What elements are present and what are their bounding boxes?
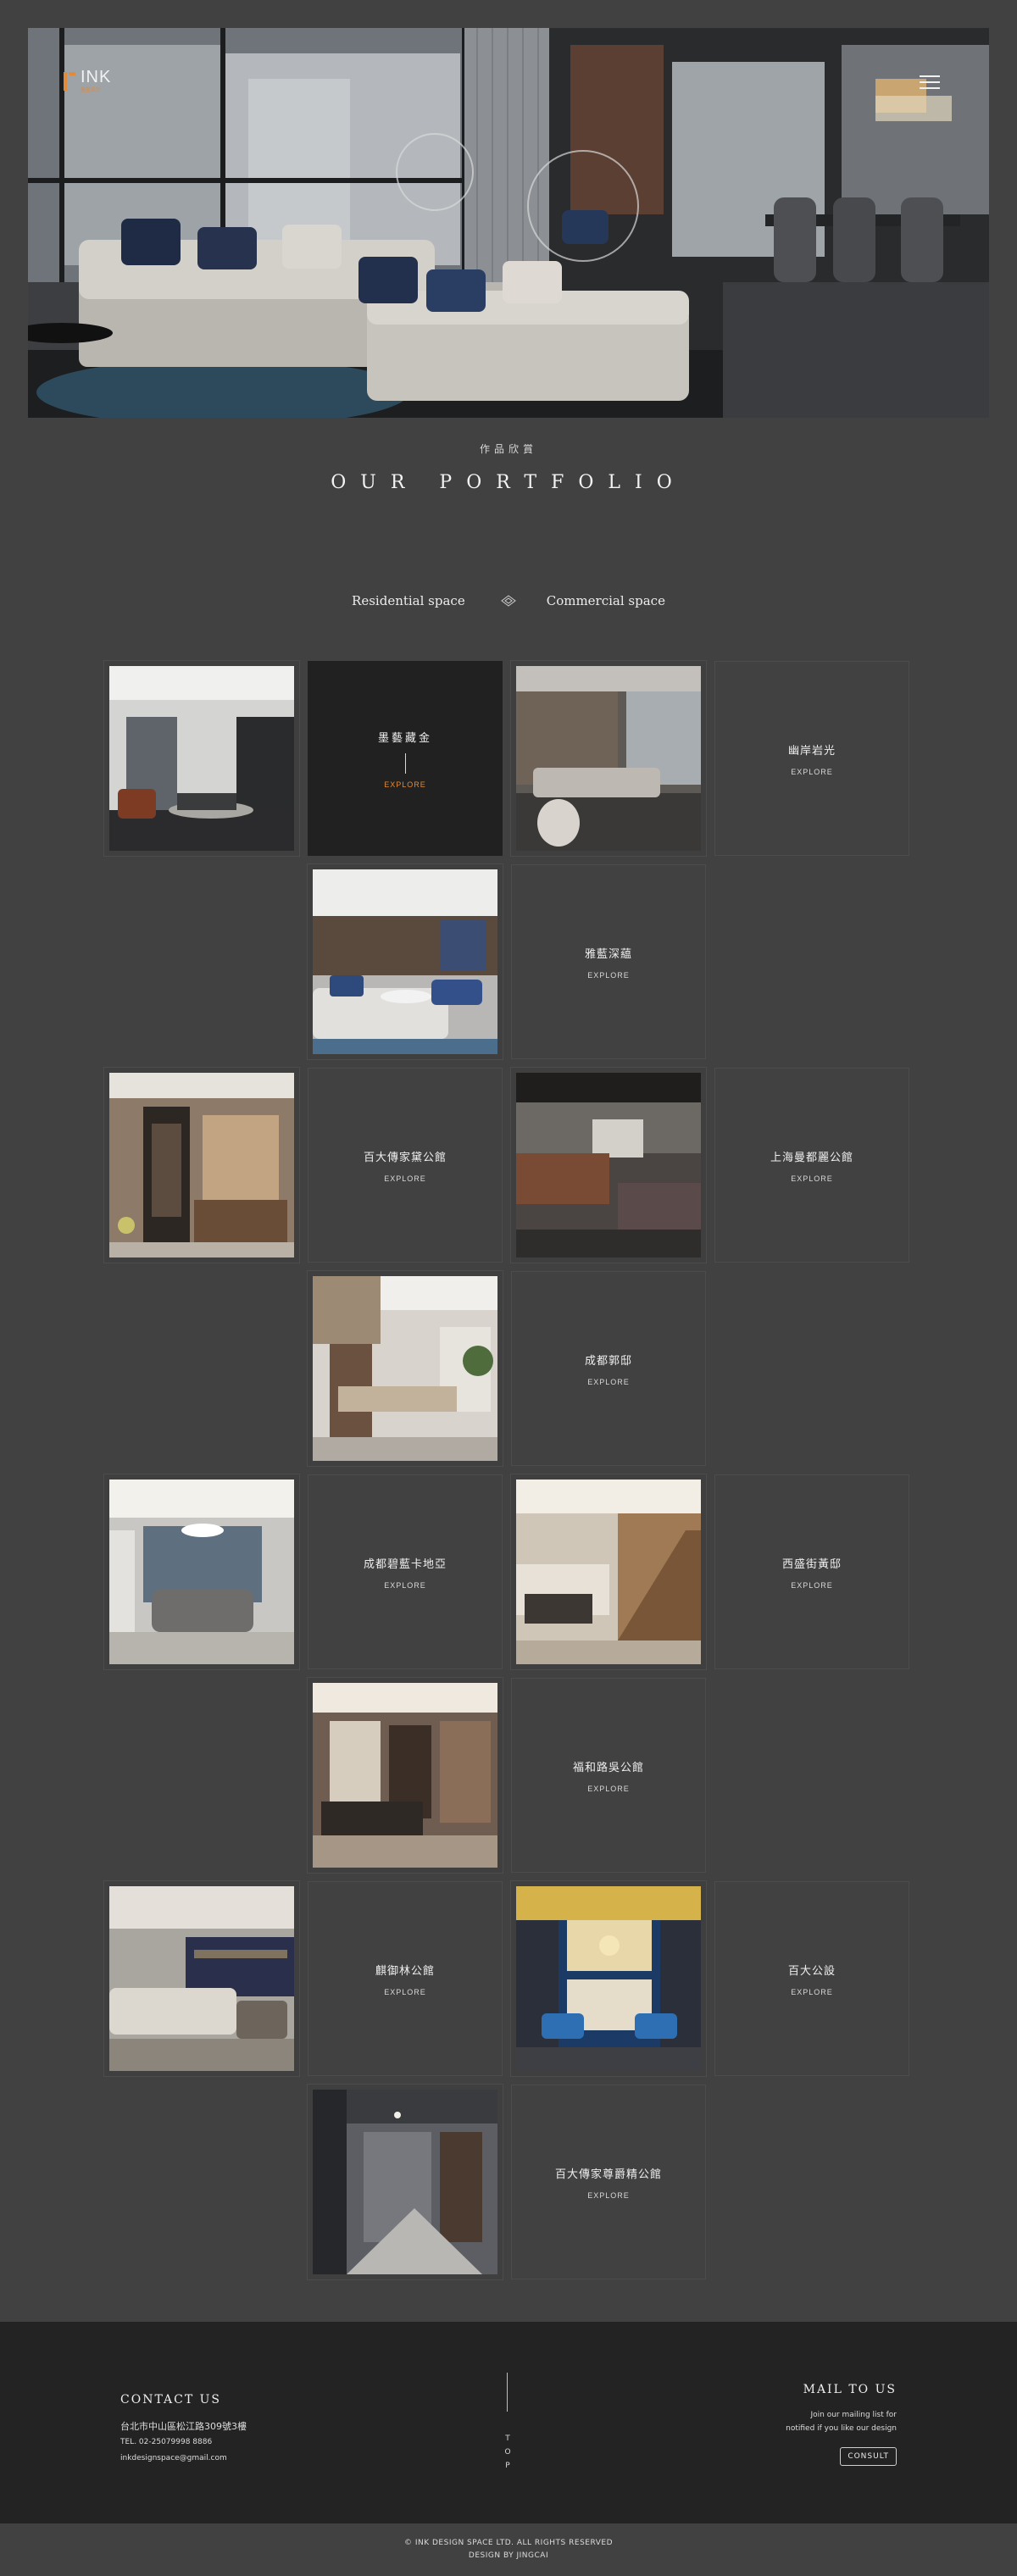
project-name: 福和路吳公館 <box>572 1761 644 1774</box>
project-card[interactable]: 百大傳家黛公館 EXPLORE <box>308 1068 503 1263</box>
email-link[interactable]: inkdesignspace@gmail.com <box>120 2451 247 2467</box>
project-thumbnail[interactable] <box>307 1270 503 1467</box>
contact-title: CONTACT US <box>120 2393 222 2407</box>
portfolio-subtitle: 作品欣賞 <box>479 443 537 455</box>
project-name: 成都郭邸 <box>584 1354 632 1368</box>
explore-link[interactable]: EXPLORE <box>587 2191 630 2200</box>
explore-link[interactable]: EXPLORE <box>384 1174 426 1183</box>
project-name: 西盛街黃邸 <box>781 1557 842 1571</box>
contact-section: CONTACT US 台北市中山區松江路309號3樓 TEL. 02-25079… <box>120 2393 247 2467</box>
project-thumbnail[interactable] <box>510 660 707 857</box>
project-card[interactable]: 麒御林公館 EXPLORE <box>308 1881 503 2076</box>
logo[interactable]: INK 墨藝設計 <box>58 69 111 93</box>
explore-link[interactable]: EXPLORE <box>384 1581 426 1590</box>
project-card-active[interactable]: 墨藝藏金 EXPLORE <box>308 661 503 856</box>
explore-link[interactable]: EXPLORE <box>384 780 426 789</box>
logo-mark-icon <box>58 70 77 92</box>
project-name: 百大傳家尊爵精公館 <box>554 2168 662 2181</box>
project-card[interactable]: 成都碧藍卡地亞 EXPLORE <box>308 1474 503 1669</box>
portfolio-tabs: Residential space Commercial space <box>0 593 1017 608</box>
project-card[interactable]: 成都郭邸 EXPLORE <box>511 1271 706 1466</box>
project-thumbnail[interactable] <box>307 2084 503 2280</box>
project-thumbnail[interactable] <box>510 1067 707 1263</box>
project-thumbnail[interactable] <box>307 863 503 1060</box>
explore-link[interactable]: EXPLORE <box>587 971 630 980</box>
mail-title: MAIL TO US <box>803 2383 897 2396</box>
hero-banner: INK 墨藝設計 <box>28 28 989 418</box>
project-card[interactable]: 幽岸岩光 EXPLORE <box>714 661 909 856</box>
explore-link[interactable]: EXPLORE <box>791 1988 833 1996</box>
explore-link[interactable]: EXPLORE <box>791 768 833 776</box>
menu-hamburger-icon[interactable] <box>920 75 940 89</box>
tab-commercial[interactable]: Commercial space <box>547 593 665 608</box>
project-thumbnail[interactable] <box>103 660 300 857</box>
project-name: 麒御林公館 <box>375 1964 435 1978</box>
project-card[interactable]: 福和路吳公館 EXPLORE <box>511 1678 706 1873</box>
project-card[interactable]: 百大公設 EXPLORE <box>714 1881 909 2076</box>
project-card[interactable]: 百大傳家尊爵精公館 EXPLORE <box>511 2085 706 2279</box>
project-card[interactable]: 上海曼都麗公館 EXPLORE <box>714 1068 909 1263</box>
diamond-separator-icon <box>500 595 516 607</box>
portfolio-title: OUR PORTFOLIO <box>331 472 686 493</box>
project-thumbnail[interactable] <box>307 1677 503 1874</box>
project-name: 上海曼都麗公館 <box>770 1151 853 1164</box>
logo-subtext: 墨藝設計 <box>81 87 102 93</box>
project-thumbnail[interactable] <box>103 1067 300 1263</box>
project-name: 百大傳家黛公館 <box>363 1151 447 1164</box>
copyright-text: © INK DESIGN SPACE LTD. ALL RIGHTS RESER… <box>403 2539 614 2547</box>
logo-text: INK <box>81 68 112 86</box>
hero-image <box>28 28 989 418</box>
project-card[interactable]: 雅藍深藴 EXPLORE <box>511 864 706 1059</box>
top-label: TOP <box>504 2434 511 2470</box>
project-thumbnail[interactable] <box>510 1880 707 2077</box>
footer: CONTACT US 台北市中山區松江路309號3樓 TEL. 02-25079… <box>0 2322 1017 2523</box>
explore-link[interactable]: EXPLORE <box>384 1988 426 1996</box>
divider <box>507 2373 508 2412</box>
explore-link[interactable]: EXPLORE <box>791 1174 833 1183</box>
divider <box>404 752 406 774</box>
project-name: 墨藝藏金 <box>377 731 432 745</box>
project-thumbnail[interactable] <box>510 1474 707 1670</box>
project-thumbnail[interactable] <box>103 1880 300 2077</box>
explore-link[interactable]: EXPLORE <box>791 1581 833 1590</box>
copyright-bar: © INK DESIGN SPACE LTD. ALL RIGHTS RESER… <box>0 2523 1017 2576</box>
project-card[interactable]: 西盛街黃邸 EXPLORE <box>714 1474 909 1669</box>
tab-residential[interactable]: Residential space <box>352 593 465 608</box>
mail-text-line2: notified if you like our design <box>786 2424 897 2433</box>
design-credit: DESIGN BY JINGCAI <box>468 2551 549 2560</box>
project-name: 幽岸岩光 <box>787 744 836 758</box>
mail-section: MAIL TO US Join our mailing list for not… <box>786 2383 897 2466</box>
explore-link[interactable]: EXPLORE <box>587 1378 630 1386</box>
project-name: 百大公設 <box>787 1964 836 1978</box>
project-name: 雅藍深藴 <box>584 947 632 961</box>
consult-button[interactable]: CONSULT <box>840 2447 897 2466</box>
address: 台北市中山區松江路309號3樓 <box>120 2421 247 2432</box>
phone: TEL. 02-25079998 8886 <box>120 2438 213 2446</box>
mail-text-line1: Join our mailing list for <box>810 2411 897 2419</box>
explore-link[interactable]: EXPLORE <box>587 1785 630 1793</box>
project-name: 成都碧藍卡地亞 <box>363 1557 447 1571</box>
project-thumbnail[interactable] <box>103 1474 300 1670</box>
